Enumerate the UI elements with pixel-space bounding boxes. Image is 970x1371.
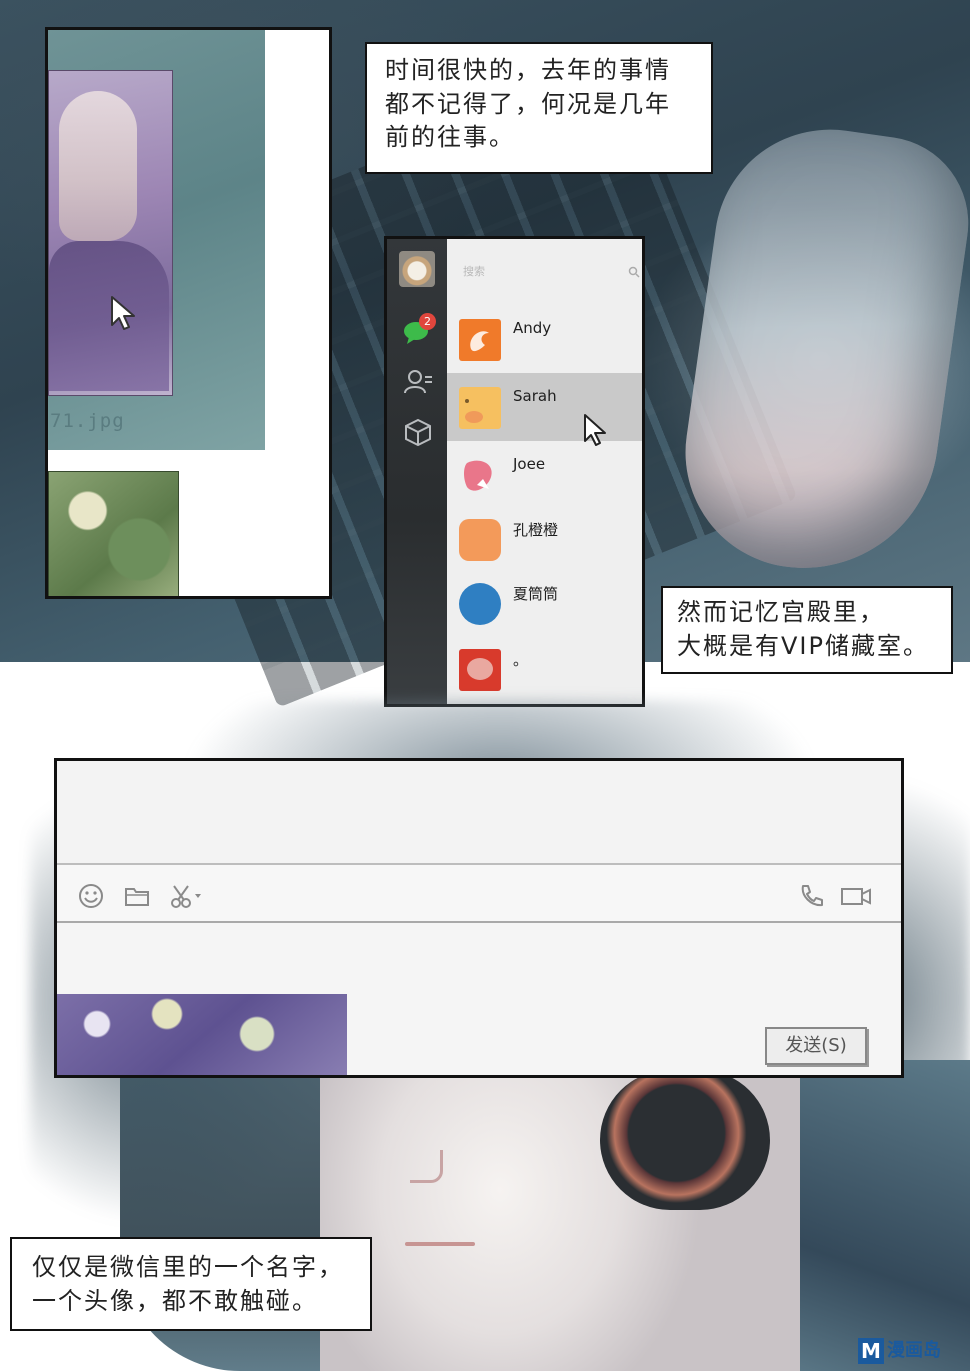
caption-top-line-2: 都不记得了，何况是几年 [385,89,671,118]
contact-name: 。 [513,651,529,669]
search-icon[interactable] [628,263,640,278]
contacts-icon[interactable] [403,367,433,397]
chat-window-panel: 发送(S) [54,758,904,1078]
watermark-logo-letter: M [858,1338,884,1364]
wechat-panel: 2 搜索 Andy Sarah Joee 孔橙橙 夏筒筒 。 [384,236,645,707]
photo-figure-head [59,91,137,241]
emoji-icon[interactable] [77,882,105,910]
caption-middle-line-2: 大概是有VIP储藏室。 [677,631,929,660]
contact-avatar [459,583,501,625]
wechat-sidebar: 2 [387,239,447,704]
headphone-illustration [600,1070,770,1210]
chat-history-area [57,761,901,863]
contact-avatar [459,649,501,691]
send-button[interactable]: 发送(S) [765,1027,867,1065]
caption-middle-line-1: 然而记忆宫殿里， [677,598,885,626]
contact-item-joee[interactable]: Joee [447,441,642,509]
contact-avatar [459,519,501,561]
photo-thumbnail[interactable] [48,70,173,396]
watermark-text: 漫画岛 [887,1340,941,1361]
caption-bottom-line-2: 一个头像，都不敢触碰。 [32,1286,318,1315]
contact-item-xiatongtong[interactable]: 夏筒筒 [447,569,642,637]
folder-icon[interactable] [123,882,151,910]
contact-name: Andy [513,319,552,337]
phone-icon[interactable] [797,882,825,910]
contact-name: Sarah [513,387,557,405]
favorites-icon[interactable] [403,417,433,447]
self-avatar[interactable] [399,251,435,287]
photo-figure-shoulder [49,241,169,391]
caption-middle: 然而记忆宫殿里， 大概是有VIP储藏室。 [661,586,953,674]
video-icon[interactable] [839,882,873,910]
caption-bottom: 仅仅是微信里的一个名字， 一个头像，都不敢触碰。 [10,1237,372,1331]
watermark-logo: M 漫画岛 [858,1336,968,1366]
caption-bottom-line-1: 仅仅是微信里的一个名字， [32,1253,344,1281]
contact-avatar [459,455,501,497]
contact-item-andy[interactable]: Andy [447,305,642,373]
contact-list: 搜索 Andy Sarah Joee 孔橙橙 夏筒筒 。 [447,239,642,704]
chat-image-attachment [57,994,347,1075]
contact-item-dot[interactable]: 。 [447,635,642,703]
photo-thumbnail-second[interactable] [48,471,179,596]
character-mouth [405,1242,475,1246]
character-nose [410,1150,443,1183]
mouse-cursor-icon [110,295,138,335]
scissors-icon[interactable] [169,882,205,910]
contact-item-kongchengcheng[interactable]: 孔橙橙 [447,505,642,573]
contact-item-sarah[interactable]: Sarah [447,373,642,446]
contact-name: Joee [513,455,546,473]
contact-name: 夏筒筒 [513,585,559,603]
photo-filename: 71.jpg [50,410,125,432]
caption-top-line-1: 时间很快的，去年的事情 [385,56,671,84]
contact-avatar [459,387,501,429]
caption-top-line-3: 前的往事。 [385,123,515,152]
unread-badge: 2 [419,313,436,330]
contact-avatar [459,319,501,361]
contact-name: 孔橙橙 [513,521,559,539]
search-input[interactable]: 搜索 [463,263,485,279]
caption-top: 时间很快的，去年的事情 都不记得了，何况是几年 前的往事。 [365,42,713,174]
photo-viewer-panel: 71.jpg [45,27,332,599]
